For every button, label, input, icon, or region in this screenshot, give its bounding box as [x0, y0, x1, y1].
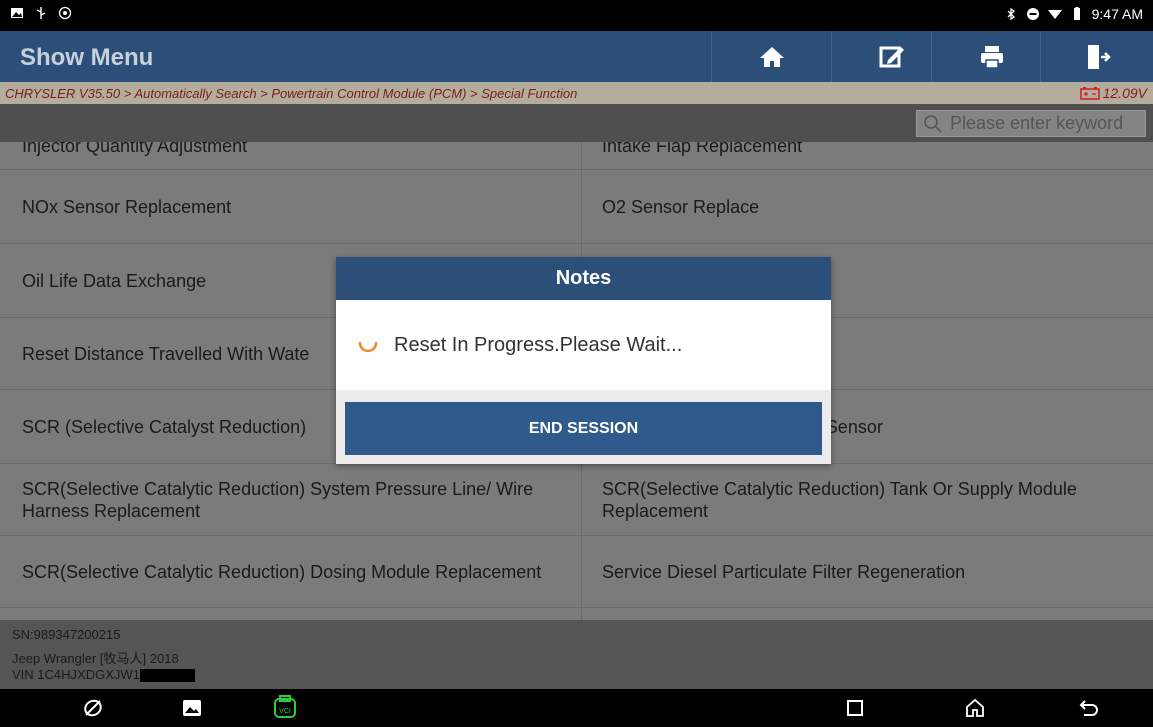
menu-item-left[interactable]: SCR(Selective Catalytic Reduction) Dosin…	[0, 536, 582, 608]
edit-icon	[879, 46, 904, 67]
dialog-title: Notes	[336, 257, 831, 300]
dialog-body: Reset In Progress.Please Wait...	[336, 300, 831, 390]
gallery-icon	[183, 700, 201, 716]
menu-item-right[interactable]: SCR(Selective Catalytic Reduction) Tank …	[582, 464, 1153, 536]
menu-item-right[interactable]: Intake Flap Replacement	[582, 142, 1153, 170]
bug-notification-icon	[58, 6, 72, 20]
menu-item-right[interactable]: Service Diesel Particulate Filter Regene…	[582, 536, 1153, 608]
vci-button[interactable]: VCI	[270, 689, 300, 727]
page-title: Show Menu	[20, 44, 154, 71]
recents-icon	[847, 700, 863, 716]
menu-item-right[interactable]	[582, 608, 1153, 620]
end-session-button[interactable]: END SESSION	[345, 402, 822, 455]
vehicle-info-footer: SN:989347200215 Jeep Wrangler [牧马人] 2018…	[0, 620, 1153, 689]
home-nav-icon	[966, 698, 984, 717]
breadcrumb-path: CHRYSLER V35.50 > Automatically Search >…	[5, 86, 578, 101]
vin-redaction	[139, 669, 195, 683]
bluetooth-icon	[1007, 7, 1015, 21]
app-header: Show Menu	[0, 31, 1153, 82]
wifi-icon	[1047, 10, 1062, 19]
print-icon	[981, 45, 1003, 69]
recents-button[interactable]	[840, 689, 870, 727]
back-icon	[1079, 700, 1098, 716]
svg-text:VCI: VCI	[279, 708, 291, 715]
menu-item-left[interactable]: SCR(Selective Catalytic Reduction) Syste…	[0, 464, 582, 536]
browser-icon	[84, 699, 102, 717]
serial-number: SN:989347200215	[12, 627, 121, 642]
vci-icon: VCI	[274, 695, 296, 718]
gallery-button[interactable]	[177, 689, 207, 727]
system-nav-bar: VCI	[0, 689, 1153, 727]
gallery-notification-icon	[11, 8, 23, 18]
vin-row: VIN 1C4HJXDGXJW1	[12, 667, 195, 683]
home-nav-button[interactable]	[960, 689, 990, 727]
notes-dialog: Notes Reset In Progress.Please Wait... E…	[336, 257, 831, 464]
menu-item-right[interactable]: O2 Sensor Replace	[582, 170, 1153, 244]
print-button[interactable]	[931, 31, 1052, 82]
home-icon	[760, 46, 784, 67]
dialog-footer: END SESSION	[336, 390, 831, 464]
search-box[interactable]	[916, 110, 1146, 137]
dnd-icon	[1026, 8, 1039, 20]
menu-item-left[interactable]: Injector Quantity Adjustment	[0, 142, 582, 170]
battery-icon	[1073, 7, 1080, 20]
voltage-value: 12.09V	[1102, 85, 1147, 101]
breadcrumb: CHRYSLER V35.50 > Automatically Search >…	[0, 82, 1153, 104]
exit-button[interactable]	[1040, 31, 1153, 82]
search-icon	[924, 114, 942, 133]
menu-item-left[interactable]	[0, 608, 582, 620]
loading-spinner-icon	[358, 341, 378, 353]
home-button[interactable]	[711, 31, 832, 82]
vin-number: VIN 1C4HJXDGXJW1	[12, 667, 140, 682]
usb-notification-icon	[36, 7, 46, 19]
browser-button[interactable]	[78, 689, 108, 727]
status-bar: 9:47 AM	[0, 0, 1153, 31]
search-input[interactable]	[944, 112, 1142, 135]
battery-voltage: 12.09V	[1079, 85, 1147, 101]
car-battery-icon	[1079, 87, 1100, 100]
vehicle-name: Jeep Wrangler [牧马人] 2018	[12, 651, 179, 666]
exit-icon	[1087, 44, 1111, 69]
status-time: 9:47 AM	[1091, 6, 1143, 22]
dialog-message: Reset In Progress.Please Wait...	[394, 333, 683, 356]
back-button[interactable]	[1074, 689, 1104, 727]
menu-item-left[interactable]: NOx Sensor Replacement	[0, 170, 582, 244]
